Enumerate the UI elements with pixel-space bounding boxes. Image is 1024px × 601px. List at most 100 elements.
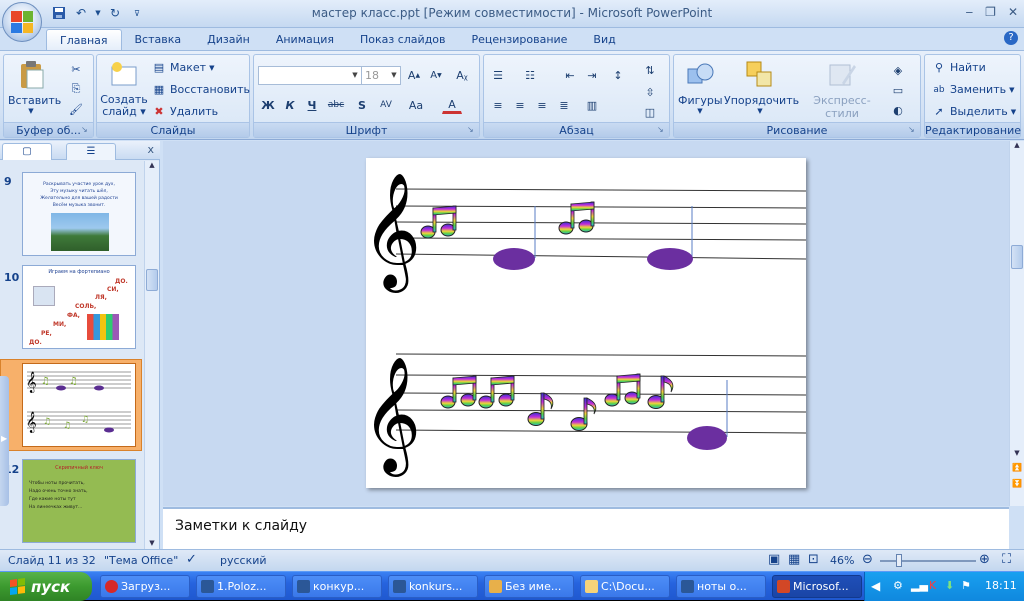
- fit-slide-icon[interactable]: ⛶: [1002, 552, 1011, 567]
- scroll-thumb[interactable]: [1011, 245, 1023, 269]
- reset-button[interactable]: ▦ Восстановить: [151, 81, 250, 99]
- restore-icon[interactable]: ❐: [985, 5, 996, 19]
- current-slide[interactable]: 𝄞 𝄞: [362, 158, 807, 488]
- format-painter-icon[interactable]: 🖌: [68, 101, 84, 117]
- slide-thumbnail-12[interactable]: Скрипичный ключ Чтобы ноты прочитать, На…: [22, 459, 136, 543]
- next-slide-icon[interactable]: ⏬: [1010, 479, 1024, 488]
- tab-design[interactable]: Дизайн: [194, 29, 263, 50]
- tab-review[interactable]: Рецензирование: [459, 29, 581, 50]
- scroll-down-icon[interactable]: ▼: [1010, 449, 1024, 457]
- align-right-icon[interactable]: ≡: [532, 96, 552, 114]
- arrange-button[interactable]: Упорядочить ▼: [724, 59, 799, 115]
- line-spacing-icon[interactable]: ↕: [608, 66, 628, 84]
- taskbar-item[interactable]: ноты о...: [676, 575, 766, 598]
- bullets-icon[interactable]: ☰: [488, 66, 508, 84]
- numbering-icon[interactable]: ☷: [520, 66, 540, 84]
- close-icon[interactable]: ✕: [1008, 5, 1018, 19]
- cut-icon[interactable]: ✂: [68, 61, 84, 77]
- decrease-indent-icon[interactable]: ⇤: [560, 66, 580, 84]
- slide-thumbnail-9[interactable]: Раскрывать участие урок дух, Эту музыку …: [22, 172, 136, 256]
- layout-button[interactable]: ▤ Макет ▼: [151, 59, 215, 77]
- previous-slide-icon[interactable]: ⏫: [1010, 463, 1024, 472]
- network-icon[interactable]: ⚙: [893, 579, 903, 592]
- tab-view[interactable]: Вид: [580, 29, 628, 50]
- panel-scrollbar[interactable]: ▲ ▼: [144, 161, 159, 549]
- zoom-out-icon[interactable]: ⊖: [862, 552, 873, 567]
- grow-font-icon[interactable]: A ▲: [404, 66, 424, 84]
- underline-icon[interactable]: Ч: [302, 96, 322, 114]
- align-text-icon[interactable]: ⇳: [640, 83, 660, 101]
- align-left-icon[interactable]: ≡: [488, 96, 508, 114]
- select-button[interactable]: ➚ Выделить ▼: [931, 103, 1016, 121]
- slideshow-icon[interactable]: ⊡: [808, 552, 819, 567]
- paste-button[interactable]: Вставить ▼: [8, 59, 61, 115]
- find-button[interactable]: ⚲ Найти: [931, 59, 986, 77]
- antivirus-icon[interactable]: K: [929, 579, 936, 592]
- font-launcher-icon[interactable]: ↘: [467, 125, 477, 135]
- copy-icon[interactable]: ⎘: [68, 81, 84, 97]
- shape-effects-icon[interactable]: ◐: [888, 101, 908, 119]
- char-spacing-icon[interactable]: AV: [376, 96, 396, 114]
- scroll-down-icon[interactable]: ▼: [145, 539, 159, 547]
- shadow-icon[interactable]: S: [352, 96, 372, 114]
- notes-pane[interactable]: Заметки к слайду: [163, 507, 1009, 549]
- clipboard-launcher-icon[interactable]: ↘: [81, 125, 91, 135]
- download-icon[interactable]: ⬇: [945, 579, 954, 592]
- shape-outline-icon[interactable]: ▭: [888, 81, 908, 99]
- smartart-icon[interactable]: ◫: [640, 103, 660, 121]
- delete-slide-button[interactable]: ✖ Удалить: [151, 103, 218, 121]
- taskbar-item[interactable]: Без име...: [484, 575, 574, 598]
- close-icon[interactable]: x: [147, 143, 154, 156]
- tab-slides[interactable]: ▢: [2, 143, 52, 160]
- taskbar-item[interactable]: C:\Docu...: [580, 575, 670, 598]
- taskbar-item[interactable]: konkurs...: [388, 575, 478, 598]
- tab-home[interactable]: Главная: [46, 29, 122, 50]
- quick-styles-button[interactable]: Экспресс-стили: [798, 59, 886, 120]
- taskbar-item[interactable]: 1.Poloz...: [196, 575, 286, 598]
- back-arrow-icon[interactable]: ◀: [871, 579, 880, 593]
- normal-view-icon[interactable]: ▣: [768, 552, 780, 567]
- paragraph-launcher-icon[interactable]: ↘: [657, 125, 667, 135]
- zoom-slider-thumb[interactable]: [896, 554, 902, 567]
- slide-scrollbar[interactable]: ▲ ▼ ⏫ ⏬: [1009, 141, 1024, 506]
- flag-icon[interactable]: ⚑: [961, 579, 971, 592]
- tab-outline[interactable]: ☰: [66, 143, 116, 160]
- scroll-up-icon[interactable]: ▲: [145, 161, 159, 173]
- text-direction-icon[interactable]: ⇅: [640, 61, 660, 79]
- tab-slideshow[interactable]: Показ слайдов: [347, 29, 459, 50]
- shrink-font-icon[interactable]: A ▼: [426, 66, 446, 84]
- clear-format-icon[interactable]: Aᵪ: [452, 66, 472, 84]
- shapes-button[interactable]: Фигуры ▼: [678, 59, 723, 115]
- notes-placeholder[interactable]: Заметки к слайду: [175, 518, 307, 534]
- signal-icon[interactable]: ▂▄: [911, 579, 928, 592]
- justify-icon[interactable]: ≣: [554, 96, 574, 114]
- increase-indent-icon[interactable]: ⇥: [582, 66, 602, 84]
- slide-editor[interactable]: 𝄞 𝄞: [163, 141, 1009, 506]
- office-button[interactable]: [2, 2, 42, 42]
- spelling-check-icon[interactable]: ✓: [186, 552, 197, 567]
- zoom-in-icon[interactable]: ⊕: [979, 552, 990, 567]
- shape-fill-icon[interactable]: ◈: [888, 61, 908, 79]
- taskbar-item[interactable]: Загруз...: [100, 575, 190, 598]
- new-slide-button[interactable]: Создать слайд ▾: [99, 59, 149, 118]
- font-size-combo[interactable]: 18 ▼: [361, 66, 401, 85]
- minimize-icon[interactable]: ‒: [966, 5, 974, 19]
- start-button[interactable]: пуск: [0, 572, 92, 601]
- scroll-thumb[interactable]: [146, 269, 158, 291]
- align-center-icon[interactable]: ≡: [510, 96, 530, 114]
- font-name-combo[interactable]: ▼: [258, 66, 362, 85]
- taskbar-item[interactable]: конкур...: [292, 575, 382, 598]
- strikethrough-icon[interactable]: abc: [326, 96, 346, 114]
- columns-icon[interactable]: ▥: [582, 96, 602, 114]
- scroll-up-icon[interactable]: ▲: [1010, 141, 1024, 153]
- font-color-icon[interactable]: A: [442, 96, 462, 114]
- panel-expand-handle[interactable]: ▶: [0, 376, 9, 506]
- change-case-icon[interactable]: Aa: [406, 96, 426, 114]
- help-icon[interactable]: ?: [1004, 31, 1018, 45]
- tab-insert[interactable]: Вставка: [122, 29, 195, 50]
- zoom-slider[interactable]: [880, 554, 976, 567]
- slide-thumbnail-10[interactable]: Играем на фортепиано ДО. СИ, ЛЯ, СОЛЬ, Ф…: [22, 265, 136, 349]
- taskbar-item-active[interactable]: Microsof...: [772, 575, 862, 598]
- tab-animation[interactable]: Анимация: [263, 29, 347, 50]
- bold-icon[interactable]: Ж: [258, 96, 278, 114]
